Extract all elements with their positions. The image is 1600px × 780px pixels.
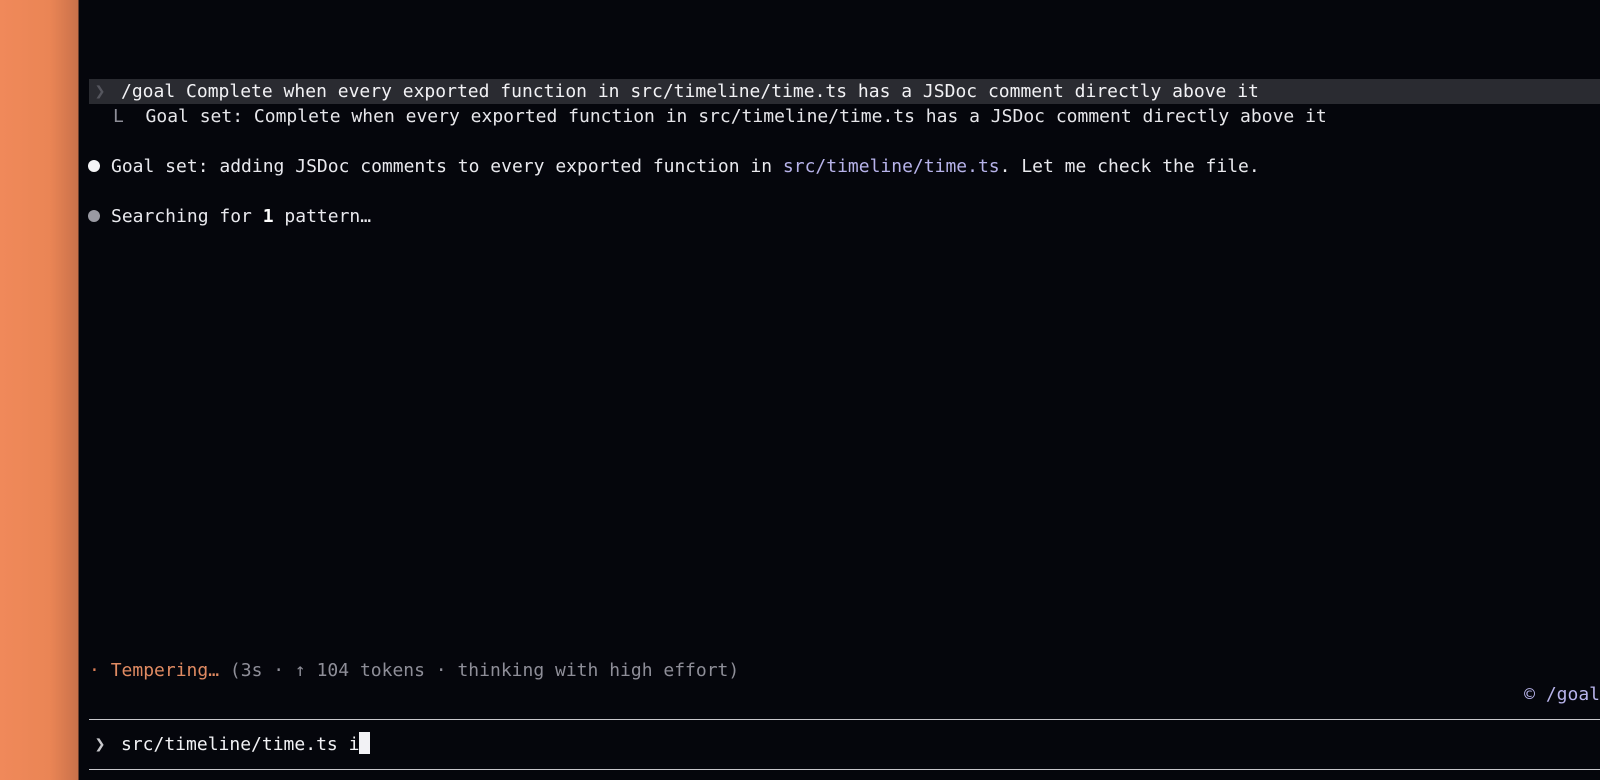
status-word: Tempering…: [110, 660, 220, 681]
status-meta: (3s · ↑ 104 tokens · thinking with high …: [219, 660, 740, 681]
user-message-text: /goal Complete when every exported funct…: [121, 81, 1259, 102]
user-message-row: ❯ /goal Complete when every exported fun…: [89, 79, 1600, 104]
search-bullet-icon: [88, 210, 100, 222]
input-bottom-divider: [89, 769, 1600, 770]
input-chevron-icon: ❯: [94, 734, 106, 755]
status-dot-icon: ·: [89, 660, 100, 681]
prompt-input[interactable]: ❯ src/timeline/time.ts i: [89, 732, 1589, 757]
search-prefix: Searching for: [111, 206, 263, 227]
elbow-icon: L: [113, 106, 124, 127]
search-count: 1: [262, 206, 274, 227]
text-cursor: [359, 732, 371, 754]
goal-set-text: Goal set: Complete when every exported f…: [145, 106, 1327, 127]
search-status-row: Searching for 1 pattern…: [111, 204, 371, 229]
goal-mode-indicator: © /goal: [1524, 684, 1600, 705]
assistant-bullet-icon: [88, 160, 100, 172]
goal-set-row: L Goal set: Complete when every exported…: [113, 104, 1327, 129]
assistant-message-prefix: Goal set: adding JSDoc comments to every…: [111, 156, 783, 177]
search-suffix: pattern…: [273, 206, 372, 227]
file-path-link[interactable]: src/timeline/time.ts: [783, 156, 1000, 177]
thinking-status: · Tempering… (3s · ↑ 104 tokens · thinki…: [89, 658, 739, 683]
prompt-chevron-icon: ❯: [94, 81, 106, 102]
assistant-message-suffix: . Let me check the file.: [999, 156, 1260, 177]
input-top-divider: [89, 719, 1600, 720]
input-text[interactable]: src/timeline/time.ts i: [121, 734, 359, 755]
terminal-window: ❯ /goal Complete when every exported fun…: [79, 0, 1600, 780]
assistant-message: Goal set: adding JSDoc comments to every…: [111, 154, 1260, 179]
